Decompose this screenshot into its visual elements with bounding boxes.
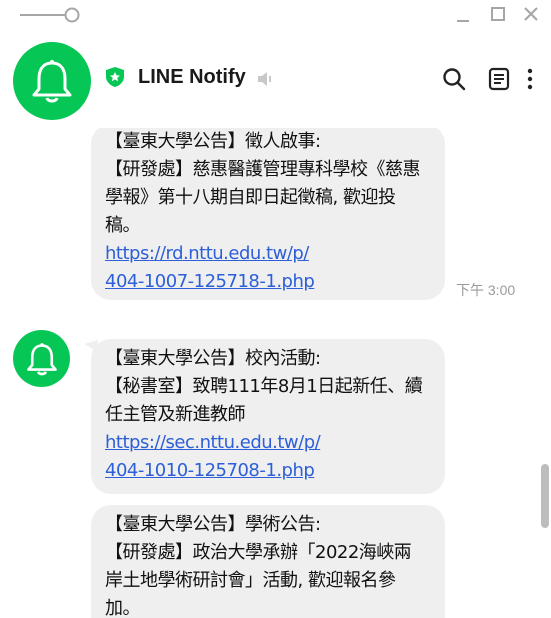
pin-slider-icon[interactable] — [20, 6, 82, 24]
scrollbar-thumb[interactable] — [541, 464, 549, 528]
maximize-button[interactable] — [487, 4, 509, 26]
link-line[interactable]: https://rd.nttu.edu.tw/p/ — [105, 240, 431, 268]
link-line[interactable]: 404-1010-125708-1.php — [105, 457, 431, 485]
close-button[interactable] — [520, 4, 542, 26]
mute-speaker-icon — [258, 72, 271, 86]
message-line: 【臺東大學公告】校內活動: — [105, 348, 321, 369]
message-timestamp: 下午 3:00 — [456, 282, 516, 298]
message-line: 任主管及新進教師 — [105, 404, 246, 425]
bell-icon — [26, 342, 57, 375]
link-line[interactable]: https://sec.nttu.edu.tw/p/ — [105, 429, 431, 457]
title-bar — [0, 0, 551, 32]
bell-icon — [32, 60, 72, 103]
message-line: 【研發處】政治大學承辦「2022海峽兩 — [105, 542, 412, 563]
minimize-button[interactable] — [452, 4, 474, 26]
message-line: 岸土地學術研討會」活動, 歡迎報名參 — [105, 570, 396, 591]
more-options-icon[interactable] — [522, 66, 538, 92]
message-line: 學報》第十八期自即日起徵稿, 歡迎投 — [105, 187, 396, 208]
message-link[interactable]: https://sec.nttu.edu.tw/p/ 404-1010-1257… — [105, 429, 431, 485]
official-shield-icon — [106, 67, 124, 87]
message-bubble[interactable]: 【臺東大學公告】學術公告: 【研發處】政治大學承辦「2022海峽兩 岸土地學術研… — [91, 505, 445, 618]
notes-icon[interactable] — [486, 66, 512, 92]
message-line: 加。 — [105, 598, 141, 618]
message-line: 稿。 — [105, 215, 141, 236]
chat-title: LINE Notify — [138, 66, 246, 88]
message-bubble[interactable]: 【臺東大學公告】校內活動: 【秘書室】致聘111年8月1日起新任、續 任主管及新… — [91, 339, 445, 494]
message-link[interactable]: https://rd.nttu.edu.tw/p/ 404-1007-12571… — [105, 240, 431, 296]
link-line[interactable]: 404-1007-125718-1.php — [105, 268, 431, 296]
message-bubble[interactable]: 【臺東大學公告】徵人啟事: 【研發處】慈惠醫護管理專科學校《慈惠 學報》第十八期… — [91, 128, 445, 300]
sender-avatar[interactable] — [13, 330, 70, 387]
avatar[interactable] — [13, 42, 91, 120]
message-line: 【研發處】慈惠醫護管理專科學校《慈惠 — [105, 159, 421, 180]
chat-header: LINE Notify — [0, 32, 551, 128]
chat-message-list[interactable]: 【臺東大學公告】徵人啟事: 【研發處】慈惠醫護管理專科學校《慈惠 學報》第十八期… — [0, 128, 551, 618]
message-line: 【臺東大學公告】徵人啟事: — [105, 131, 321, 152]
message-line: 【秘書室】致聘111年8月1日起新任、續 — [105, 376, 423, 397]
search-icon[interactable] — [441, 66, 467, 92]
message-line: 【臺東大學公告】學術公告: — [105, 514, 321, 535]
